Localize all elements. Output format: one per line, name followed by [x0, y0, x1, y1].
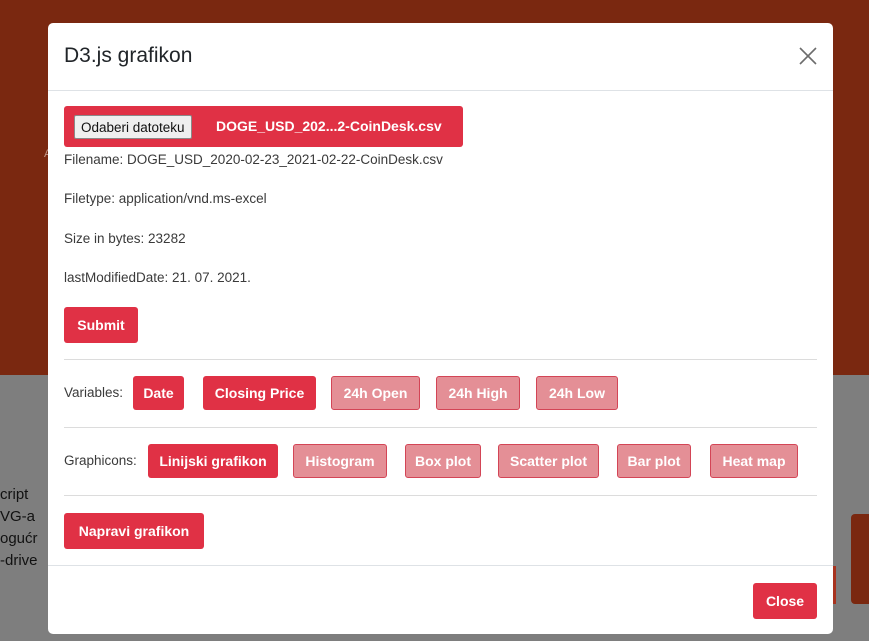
- last-modified-info: lastModifiedDate: 21. 07. 2021.: [64, 270, 251, 285]
- file-type-info: Filetype: application/vnd.ms-excel: [64, 191, 267, 206]
- graphicons-label: Graphicons:: [64, 453, 137, 468]
- file-input[interactable]: Odaberi datoteku DOGE_USD_202...2-CoinDe…: [64, 106, 463, 147]
- choose-file-button[interactable]: Odaberi datoteku: [74, 115, 192, 139]
- variable-date-button[interactable]: Date: [133, 376, 184, 410]
- variable-24h-open-button[interactable]: 24h Open: [331, 376, 420, 410]
- variable-24h-low-button[interactable]: 24h Low: [536, 376, 618, 410]
- file-name-info: Filename: DOGE_USD_2020-02-23_2021-02-22…: [64, 152, 443, 167]
- variable-closing-price-button[interactable]: Closing Price: [203, 376, 316, 410]
- modal-footer-divider: [48, 565, 833, 566]
- close-icon[interactable]: [797, 45, 819, 67]
- modal-title: D3.js grafikon: [64, 44, 193, 67]
- graph-bar-plot-button[interactable]: Bar plot: [617, 444, 691, 478]
- make-chart-button[interactable]: Napravi grafikon: [64, 513, 204, 549]
- graph-histogram-button[interactable]: Histogram: [293, 444, 387, 478]
- graph-box-plot-button[interactable]: Box plot: [405, 444, 481, 478]
- close-button[interactable]: Close: [753, 583, 817, 619]
- divider: [64, 359, 817, 360]
- submit-button[interactable]: Submit: [64, 307, 138, 343]
- divider: [64, 495, 817, 496]
- file-size-info: Size in bytes: 23282: [64, 231, 186, 246]
- modal-header: D3.js grafikon: [48, 23, 833, 91]
- graph-line-chart-button[interactable]: Linijski grafikon: [148, 444, 278, 478]
- background-side-button: [851, 514, 869, 604]
- graph-scatter-plot-button[interactable]: Scatter plot: [498, 444, 599, 478]
- selected-file-name: DOGE_USD_202...2-CoinDesk.csv: [216, 118, 442, 134]
- graph-heat-map-button[interactable]: Heat map: [710, 444, 798, 478]
- divider: [64, 427, 817, 428]
- variable-24h-high-button[interactable]: 24h High: [436, 376, 520, 410]
- chart-modal: D3.js grafikon Odaberi datoteku DOGE_USD…: [48, 23, 833, 634]
- variables-label: Variables:: [64, 385, 124, 400]
